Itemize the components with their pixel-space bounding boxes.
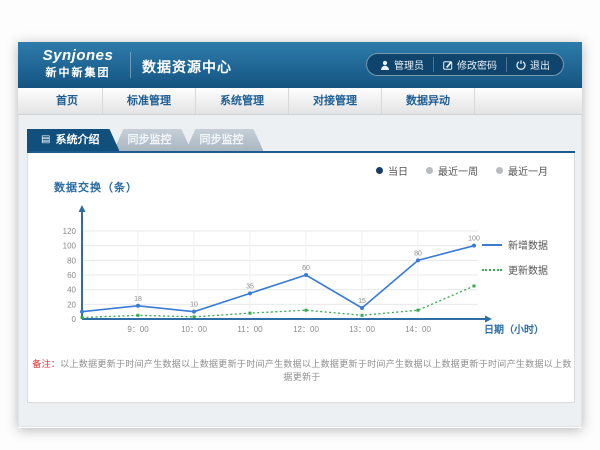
svg-text:18: 18 — [134, 296, 142, 303]
svg-text:35: 35 — [246, 283, 254, 290]
svg-text:100: 100 — [63, 242, 77, 251]
edit-icon — [443, 60, 453, 70]
svg-text:日期（小时）: 日期（小时） — [484, 323, 544, 336]
filter-today-label: 当日 — [388, 163, 408, 178]
main-nav: 首页 标准管理 系统管理 对接管理 数据异动 — [18, 88, 582, 115]
tab-system-intro[interactable]: ▤ 系统介绍 — [27, 129, 119, 151]
svg-text:80: 80 — [67, 256, 76, 265]
svg-text:20: 20 — [67, 300, 76, 309]
chart-panel: 当日 最近一周 最近一月 数据交换（条） 0204060801 — [27, 153, 575, 403]
legend-item-new-data[interactable]: 新增数据 — [482, 237, 566, 252]
brand-logo-en: Synjones — [32, 47, 124, 64]
legend-item-updated-data[interactable]: 更新数据 — [482, 262, 566, 277]
tab-sync-monitor-1-label: 同步监控 — [127, 134, 171, 146]
current-user-label: 管理员 — [394, 57, 424, 72]
svg-text:60: 60 — [302, 265, 310, 272]
power-icon — [516, 60, 526, 70]
chart-legend: 新增数据 更新数据 — [482, 237, 566, 287]
filter-last-month[interactable]: 最近一月 — [496, 163, 548, 178]
logout-button[interactable]: 退出 — [506, 57, 559, 72]
user-icon — [380, 60, 390, 70]
change-password-label: 修改密码 — [457, 57, 497, 72]
svg-text:0: 0 — [72, 315, 77, 324]
legend-updated-data-label: 更新数据 — [508, 262, 548, 277]
svg-text:12：00: 12：00 — [293, 325, 319, 334]
svg-text:60: 60 — [67, 271, 76, 280]
app-header: Synjones 新中新集团 数据资源中心 管理员 修改密码 — [18, 42, 582, 88]
svg-text:80: 80 — [414, 250, 422, 257]
radio-icon — [426, 167, 433, 174]
legend-new-data-label: 新增数据 — [508, 237, 548, 252]
tab-sync-monitor-2[interactable]: 同步监控 — [185, 129, 263, 151]
exchange-line-chart: 0 20 40 60 80 100 120 9：00 10：00 11：00 12：00 13：00 1… — [42, 189, 552, 359]
svg-text:100: 100 — [468, 236, 480, 243]
filter-last-week[interactable]: 最近一周 — [426, 163, 478, 178]
nav-item-integration-mgmt[interactable]: 对接管理 — [289, 88, 382, 114]
document-icon: ▤ — [41, 135, 50, 145]
svg-text:10: 10 — [190, 302, 198, 309]
dashboard-card: ▤ 系统介绍 同步监控 同步监控 当日 — [27, 127, 575, 403]
tab-sync-monitor-2-label: 同步监控 — [199, 134, 243, 146]
svg-text:40: 40 — [67, 286, 76, 295]
page-title: 数据资源中心 — [142, 57, 232, 77]
svg-text:15: 15 — [358, 298, 366, 305]
solid-line-icon — [482, 244, 502, 246]
nav-item-system-mgmt[interactable]: 系统管理 — [196, 88, 289, 114]
user-toolbar: 管理员 修改密码 退出 — [366, 53, 564, 76]
change-password-button[interactable]: 修改密码 — [433, 57, 506, 72]
brand-logo-cn: 新中新集团 — [32, 64, 124, 80]
tab-bar: ▤ 系统介绍 同步监控 同步监控 — [27, 127, 575, 151]
svg-text:9：00: 9：00 — [127, 325, 149, 334]
app-window: Synjones 新中新集团 数据资源中心 管理员 修改密码 — [18, 42, 582, 428]
svg-text:14：00: 14：00 — [405, 325, 431, 334]
note-text: 以上数据更新于时间产生数据以上数据更新于时间产生数据以上数据更新于时间产生数据以… — [60, 359, 572, 382]
svg-text:11：00: 11：00 — [237, 325, 263, 334]
chart-svg: 0 20 40 60 80 100 120 9：00 10：00 11：00 12：00 13：00 1… — [42, 189, 552, 359]
filter-last-week-label: 最近一周 — [438, 163, 478, 178]
svg-text:13：00: 13：00 — [349, 325, 375, 334]
nav-item-data-change[interactable]: 数据异动 — [382, 88, 475, 114]
radio-selected-icon — [376, 167, 383, 174]
logout-label: 退出 — [530, 57, 550, 72]
svg-text:10：00: 10：00 — [181, 325, 207, 334]
desktop-background: Synjones 新中新集团 数据资源中心 管理员 修改密码 — [0, 0, 600, 450]
range-filter-group: 当日 最近一周 最近一月 — [376, 163, 548, 178]
content-area: ▤ 系统介绍 同步监控 同步监控 当日 — [18, 115, 582, 427]
note-prefix: 备注： — [32, 359, 60, 369]
footer-note: 备注：以上数据更新于时间产生数据以上数据更新于时间产生数据以上数据更新于时间产生… — [28, 357, 576, 383]
tab-sync-monitor-1[interactable]: 同步监控 — [113, 129, 191, 151]
dotted-line-icon — [482, 269, 502, 271]
header-divider — [130, 52, 131, 78]
tab-system-intro-label: 系统介绍 — [55, 129, 99, 151]
nav-item-standard-mgmt[interactable]: 标准管理 — [103, 88, 196, 114]
radio-icon — [496, 167, 503, 174]
current-user-button[interactable]: 管理员 — [371, 57, 433, 72]
svg-text:120: 120 — [63, 227, 77, 236]
filter-today[interactable]: 当日 — [376, 163, 408, 178]
brand-logo: Synjones 新中新集团 — [32, 47, 124, 80]
filter-last-month-label: 最近一月 — [508, 163, 548, 178]
nav-item-home[interactable]: 首页 — [32, 88, 103, 114]
